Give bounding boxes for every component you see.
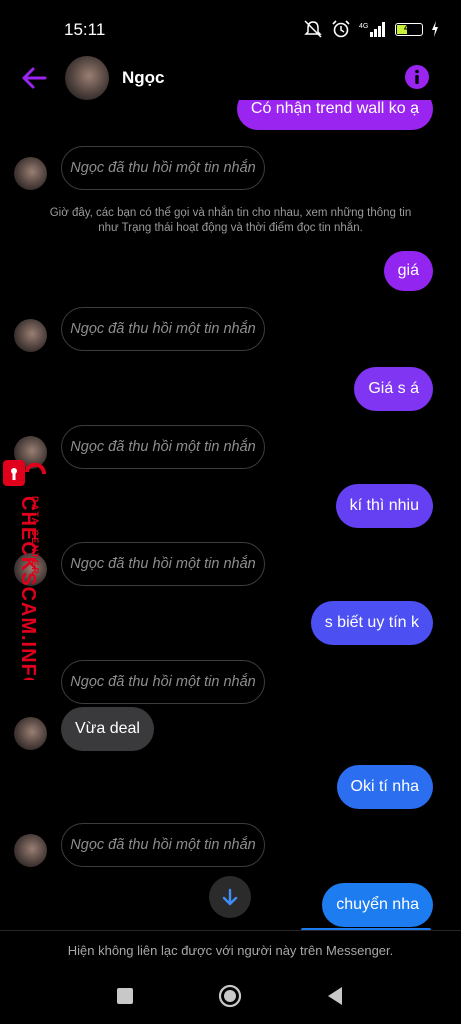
message-sent[interactable]: s biết uy tín k (310, 601, 433, 645)
message-text: Oki tí nha (350, 778, 419, 795)
recalled-message: Ngọc đã thu hồi một tin nhắn (61, 425, 265, 469)
recents-icon[interactable] (113, 984, 137, 1008)
recalled-text: Ngọc đã thu hồi một tin nhắn (70, 321, 256, 337)
recalled-message: Ngọc đã thu hồi một tin nhắn (61, 146, 265, 190)
back-arrow-icon[interactable] (20, 64, 48, 92)
sender-avatar[interactable] (14, 717, 47, 750)
watermark: CHECKSCAM.INFO DATA CENTER (0, 450, 50, 693)
sender-avatar[interactable] (14, 157, 47, 190)
charging-icon (432, 21, 438, 37)
message-text: chuyển nha (336, 896, 419, 913)
battery-icon: 40 (395, 22, 423, 36)
message-sent[interactable]: kí thì nhiu (335, 484, 433, 528)
contact-avatar[interactable] (65, 56, 109, 100)
status-bar: 15:11 4G 40 (0, 0, 461, 58)
recalled-message: Ngọc đã thu hồi một tin nhắn (61, 542, 265, 586)
home-icon[interactable] (218, 984, 242, 1008)
composer-disabled-bar: Hiện không liên lạc được với người này t… (0, 930, 461, 971)
back-icon[interactable] (323, 984, 347, 1008)
message-sent[interactable]: Giá s á (354, 367, 433, 411)
message-text: Vừa deal (75, 720, 140, 737)
status-icons: 4G 40 (303, 20, 439, 38)
recalled-text: Ngọc đã thu hồi một tin nhắn (70, 556, 256, 572)
system-navigation-bar (0, 970, 461, 1024)
scroll-to-bottom-button[interactable] (209, 876, 251, 918)
watermark-logo: CHECKSCAM.INFO DATA CENTER (3, 460, 46, 693)
info-icon[interactable] (404, 64, 430, 90)
message-received[interactable]: Vừa deal (61, 707, 154, 751)
signal-icon: 4G (359, 22, 385, 37)
message-sent[interactable]: Có nhận trend wall ko ạ (236, 100, 433, 130)
battery-level: 40 (403, 22, 414, 33)
recalled-text: Ngọc đã thu hồi một tin nhắn (70, 160, 256, 176)
watermark-sub: DATA CENTER (30, 496, 40, 575)
network-label: 4G (359, 23, 368, 30)
recalled-text: Ngọc đã thu hồi một tin nhắn (70, 674, 256, 690)
message-text: Có nhận trend wall ko ạ (250, 100, 419, 117)
message-text: kí thì nhiu (349, 497, 419, 514)
message-sent[interactable]: chuyển nha (322, 883, 433, 927)
mute-icon (304, 20, 322, 38)
sender-avatar[interactable] (14, 834, 47, 867)
message-sent[interactable]: Oki tí nha (336, 765, 433, 809)
recalled-text: Ngọc đã thu hồi một tin nhắn (70, 439, 256, 455)
recalled-text: Ngọc đã thu hồi một tin nhắn (70, 837, 256, 853)
unreachable-notice: Hiện không liên lạc được với người này t… (67, 943, 394, 958)
alarm-icon (332, 20, 350, 38)
message-text: Giá s á (368, 380, 419, 397)
message-sent[interactable]: giá (383, 251, 433, 291)
recalled-message: Ngọc đã thu hồi một tin nhắn (61, 823, 265, 867)
arrow-down-icon (222, 888, 238, 906)
sender-avatar[interactable] (14, 319, 47, 352)
message-text: s biết uy tín k (324, 614, 419, 631)
recalled-message: Ngọc đã thu hồi một tin nhắn (61, 307, 265, 351)
system-notice: Giờ đây, các bạn có thể gọi và nhắn tin … (49, 207, 412, 234)
recalled-message: Ngọc đã thu hồi một tin nhắn (61, 660, 265, 704)
contact-name[interactable]: Ngọc (122, 68, 165, 88)
status-time: 15:11 (64, 20, 106, 39)
message-text: giá (397, 262, 419, 279)
message-list[interactable]: Có nhận trend wall ko ạ Ngọc đã thu hồi … (0, 100, 461, 930)
